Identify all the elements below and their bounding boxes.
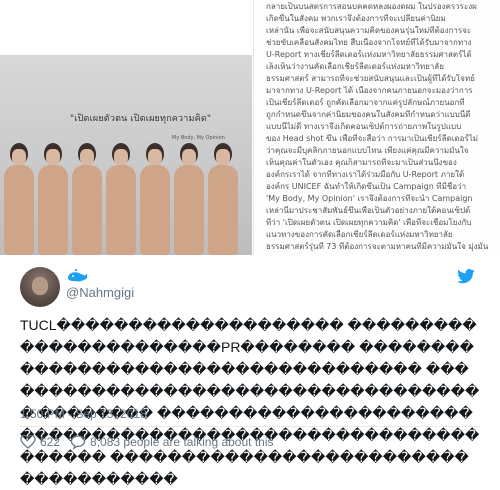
document-line: ที่ว่า 'เปิดเผยตัวตน เปิดเผยทุกความคิด' … [266,218,472,227]
person-figure [138,143,172,255]
document-line: ธรรมศาสตร์ สามารถที่จะช่วยสนับสนุนและเป็… [266,74,475,83]
divider [20,426,480,427]
tweet-timestamp[interactable]: 1:50 PM - Sep 13, 2018 [20,407,147,421]
document-line: องค์กรเราได้ จากที่ทางเราได้ร่วมมือกับ U… [266,170,465,179]
tweet-footer: 622 8,083 people are talking about this [20,432,274,452]
document-line: ว่าคุณจะมีบุคลิกภายนอกแบบไหน เพียงแค่คุณ… [266,146,469,155]
document-line: เหล่านั้น เพื่อจะสนับสนุนความคิดของคนรุ่… [266,26,472,35]
document-line: เห็นคุณค่าในตัวเอง คุณก็สามารถที่จะมาเป็… [266,158,457,167]
person-figure [172,143,206,255]
whale-icon [68,269,87,282]
author-handle[interactable]: @Nahmgigi [66,285,134,300]
document-line: ช่วยขับเคลื่อนสังคมไทย สืบเนื่องจากโจทย์… [266,38,472,47]
person-figure [104,143,138,255]
twitter-bird-icon[interactable] [456,269,476,285]
person-figure [70,143,104,255]
document-line: แนวทางของการคัดเลือกเชียร์ลีดเดอร์แห่งมห… [266,230,453,239]
tweet-text: TUCL�������������������� ���������������… [20,317,480,487]
speech-bubble-icon[interactable] [70,434,86,450]
like-count[interactable]: 622 [40,435,60,449]
photo-caption-sub: My Body, My Opinion [172,135,225,141]
photo-caption: "เปิดเผยตัวตน เปิดเผยทุกความคิด" [70,114,212,124]
document-line: เล็งเห็นว่างานคัดเลือกเชียร์ลีดเดอร์แห่ง… [266,62,444,71]
document-line: แบบนี้ไม่ดี ทางเราจึงเกิดคอนเซ็ปต์การถ่า… [266,122,462,131]
tweet-card: "เปิดเผยตัวตน เปิดเผยทุกความคิด" My Body… [0,0,500,487]
document-line: U-Report ทางเชียร์ลีดเดอร์แห่งมหาวิทยาลั… [266,50,472,59]
tweet-header: @Nahmgigi [20,267,480,307]
text-document-image: กลายเป็นบนสตรการสอนบคคดหลงผองดผม ในปรองค… [253,0,500,255]
person-figure [206,143,240,255]
document-line: เกิดขึ้นในสังคม พวกเราจึงต้องการที่จะเปล… [266,14,446,23]
avatar[interactable] [20,267,60,307]
document-line: มาจากทาง U-Report ได้ เนื่องจากคนภายนอกจ… [266,86,473,95]
document-line: องค์กร UNICEF ฉันทำให้เกิดขึ้นเป็น Campa… [266,182,467,191]
document-line: ของ Head shot ขึ้น เพื่อที่จะสื่อว่า การ… [266,134,479,143]
document-line: ถูกกำหนดขึ้นจากค่านิยมของคนในสังคมที่กำห… [266,110,471,119]
document-line: 'My Body, My Opinion' เราจึงต้องการที่จะ… [266,194,473,203]
tweet-media[interactable]: "เปิดเผยตัวตน เปิดเผยทุกความคิด" My Body… [0,0,500,255]
person-figure [36,143,70,255]
document-line: กลายเป็นบนสตรการสอนบคคดหลงผองดผม ในปรองค… [266,2,477,11]
heart-icon[interactable] [20,434,36,450]
talking-about-count[interactable]: 8,083 people are talking about this [90,435,273,449]
document-line: ธรรมศาสตร์รุ่นที่ 73 ที่ต้องการจะตามหาคน… [266,242,489,251]
document-line: เหล่านี้มาประชาสัมพันธ์ขึ้นเพื่อเป็นตัวอ… [266,206,471,215]
document-line: เป็นเชียร์ลีดเดอร์ ถูกคัดเลือกมาจากแค่รู… [266,98,465,107]
person-figure [2,143,36,255]
cheerleader-photo: "เปิดเผยตัวตน เปิดเผยทุกความคิด" My Body… [0,55,252,255]
